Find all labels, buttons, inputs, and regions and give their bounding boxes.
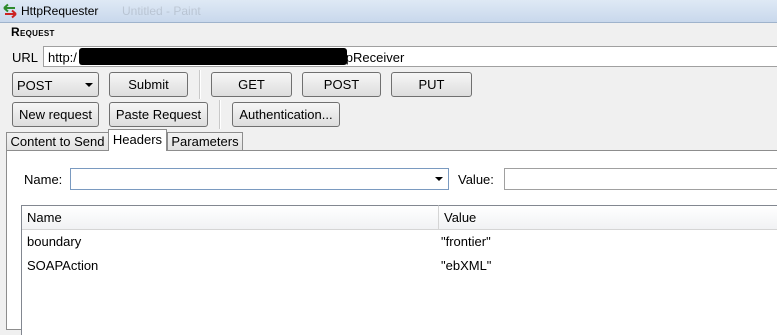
window-title: HttpRequester: [21, 4, 99, 18]
header-value-input[interactable]: [504, 168, 777, 190]
header-name-combobox[interactable]: [70, 168, 449, 190]
chevron-down-icon: [85, 83, 93, 87]
url-label: URL: [12, 50, 39, 65]
table-cell-name[interactable]: boundary: [27, 231, 81, 253]
new-request-button[interactable]: New request: [12, 102, 99, 127]
url-input[interactable]: http:/ b2b/httpReceiver: [43, 46, 777, 67]
method-select-value: POST: [17, 78, 53, 93]
url-prefix-text: http:/: [48, 50, 77, 65]
authentication-button[interactable]: Authentication...: [232, 102, 340, 127]
table-cell-value[interactable]: "frontier": [441, 231, 491, 253]
submit-button[interactable]: Submit: [109, 72, 188, 97]
header-value-label: Value:: [458, 172, 494, 187]
tab-parameters[interactable]: Parameters: [167, 132, 243, 151]
table-cell-name[interactable]: SOAPAction: [27, 255, 98, 277]
request-section-title: Request: [11, 25, 55, 39]
title-bar[interactable]: HttpRequester Untitled - Paint: [0, 0, 777, 23]
url-suffix-text: b2b/httpReceiver: [306, 50, 405, 65]
background-window-title: Untitled - Paint: [122, 4, 201, 18]
app-arrows-icon: [3, 3, 17, 19]
put-button[interactable]: PUT: [391, 72, 472, 97]
paste-request-button[interactable]: Paste Request: [109, 102, 208, 127]
header-name-label: Name:: [24, 172, 63, 187]
toolbar-divider-2: [219, 100, 221, 129]
get-button[interactable]: GET: [211, 72, 292, 97]
tab-headers[interactable]: Headers: [108, 129, 167, 151]
chevron-down-icon[interactable]: [435, 177, 443, 181]
table-cell-value[interactable]: "ebXML": [441, 255, 491, 277]
post-button[interactable]: POST: [302, 72, 381, 97]
toolbar-divider: [199, 70, 201, 99]
column-header-value[interactable]: Value: [439, 205, 777, 230]
tab-content-to-send[interactable]: Content to Send: [6, 132, 109, 151]
method-select[interactable]: POST: [12, 72, 99, 97]
column-header-name[interactable]: Name: [22, 205, 439, 230]
